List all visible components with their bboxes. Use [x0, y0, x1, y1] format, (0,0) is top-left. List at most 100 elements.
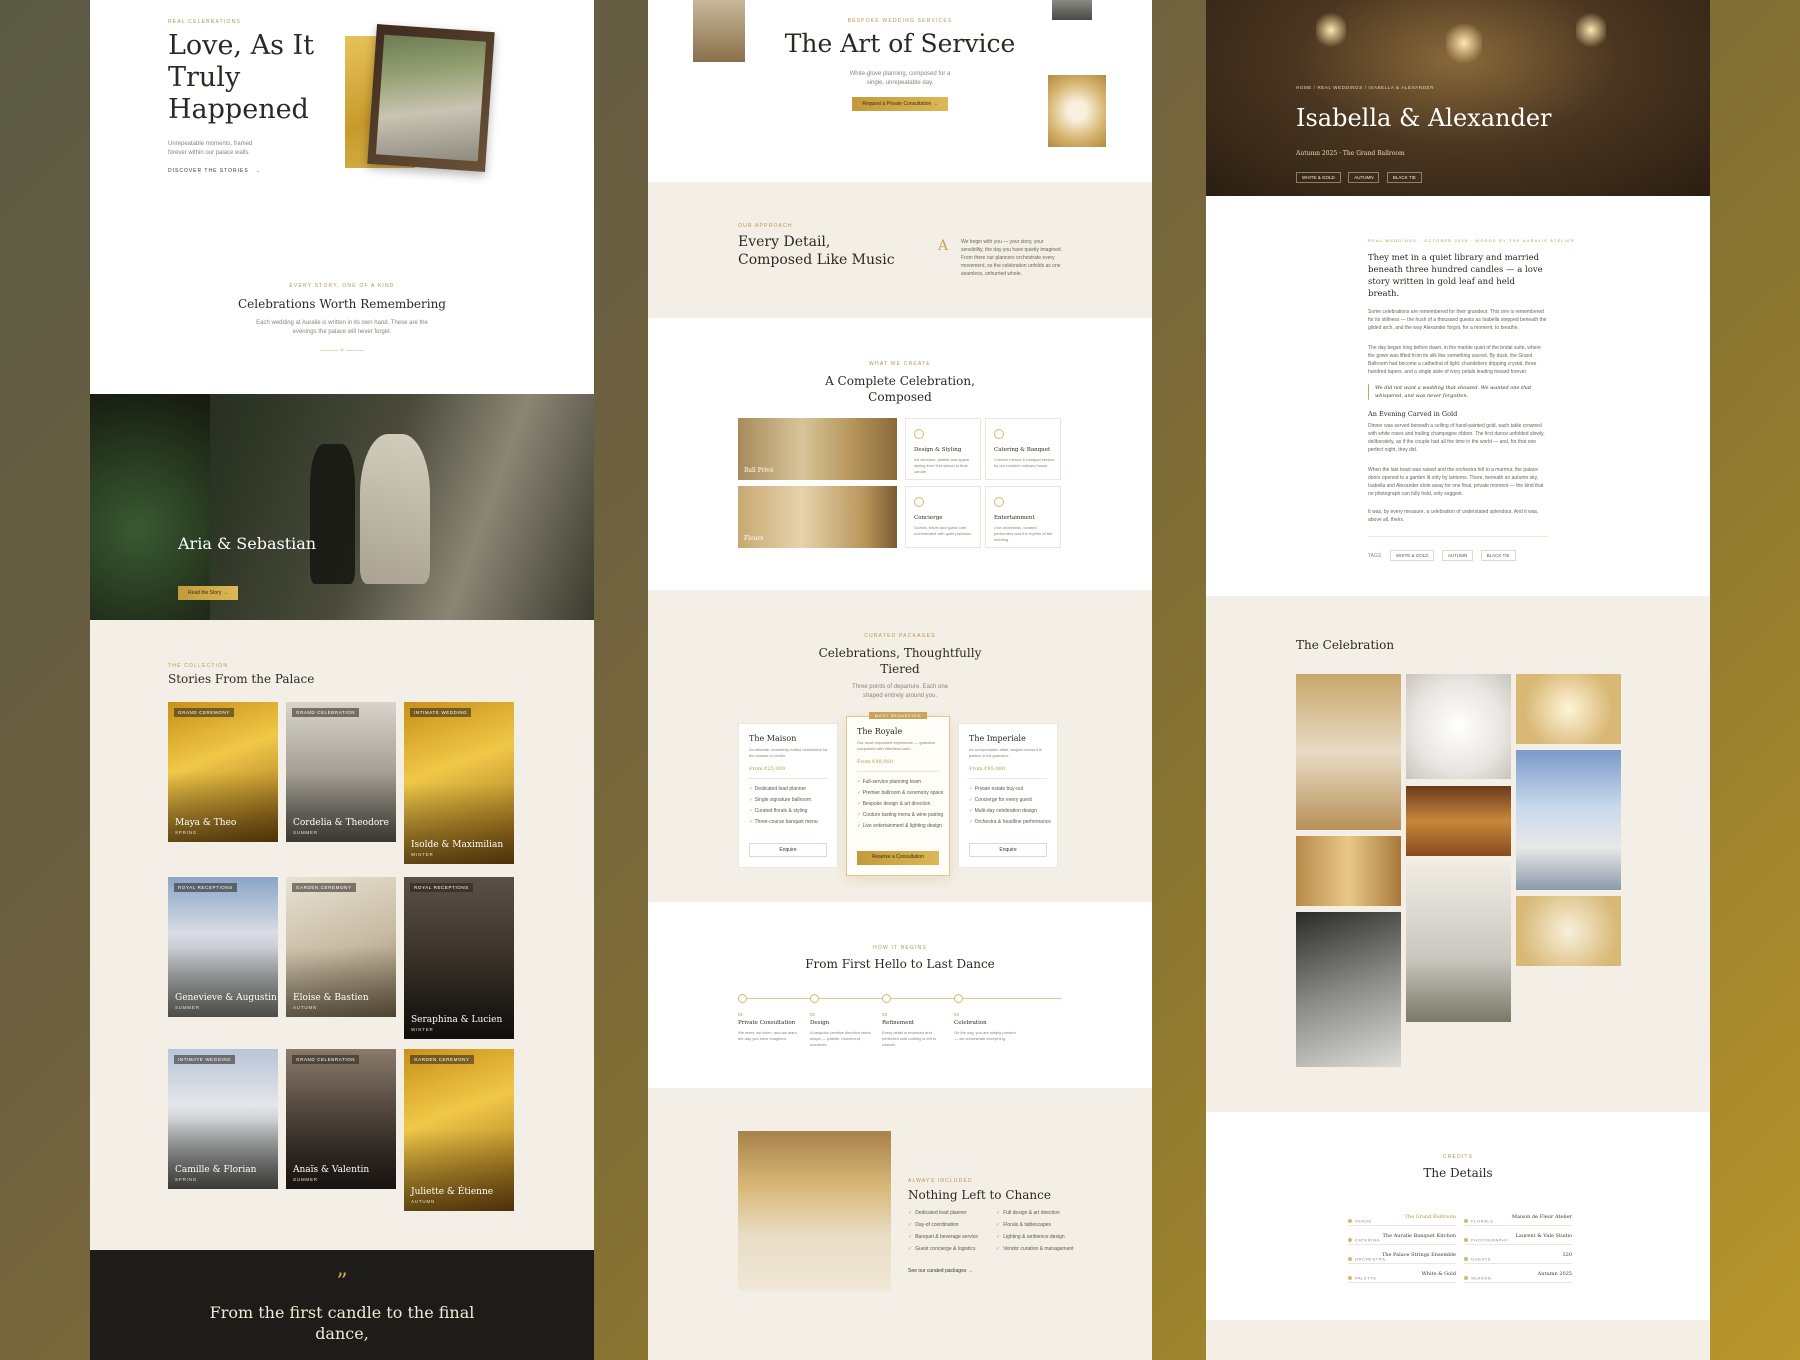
- card-title: Isolde & Maximilian: [411, 840, 504, 850]
- chandelier-glow: [1446, 20, 1482, 66]
- tag[interactable]: AUTUMN: [1441, 550, 1474, 561]
- packages-link[interactable]: See our curated packages →: [908, 1268, 973, 1274]
- included-item: ✓ Vendor curation & management: [996, 1246, 1074, 1252]
- gallery-photo[interactable]: [1516, 750, 1621, 890]
- gallery-photo[interactable]: [1296, 912, 1401, 1067]
- package-feature: Dedicated lead planner: [749, 786, 818, 792]
- tag[interactable]: BLACK TIE: [1480, 550, 1516, 561]
- detail-label: FLORALS: [1471, 1218, 1494, 1224]
- gallery-photo[interactable]: [1296, 836, 1401, 906]
- feature-card[interactable]: Design & Styling Art direction, palette a…: [905, 418, 981, 480]
- hero-photo-frame: [367, 24, 495, 172]
- packages-title-line: Tiered: [880, 662, 920, 676]
- packages-link-label: See our curated packages: [908, 1268, 967, 1274]
- approach-title-line: Composed Like Music: [738, 252, 895, 268]
- included-item: ✓ Dedicated lead planner: [908, 1210, 967, 1216]
- ballroom-image: Ball Privé: [738, 418, 897, 480]
- detail-row: FLORALS Maison de Fleur Atelier: [1464, 1212, 1572, 1226]
- package-name: The Maison: [749, 734, 797, 743]
- package-price: From €25,000: [749, 766, 785, 772]
- featured-story[interactable]: Aria & Sebastian Read the Story →: [90, 394, 594, 620]
- package-card: The Maison An intimate, beautifully edite…: [738, 723, 838, 868]
- package-button[interactable]: Reserve a Consultation: [857, 851, 939, 865]
- step-number: 01: [738, 1012, 744, 1017]
- feature-icon: [914, 497, 924, 507]
- tag[interactable]: WHITE & GOLD: [1296, 172, 1341, 183]
- category-chip: INTIMATE WEDDING: [410, 708, 472, 717]
- card-title: Seraphina & Lucien: [411, 1015, 503, 1025]
- package-card: MOST REQUESTED The Royale Our most request…: [846, 712, 950, 876]
- services-hero: BESPOKE WEDDING SERVICES The Art of Serv…: [648, 0, 1152, 182]
- feature-card[interactable]: Concierge Guests, travel and guest care, …: [905, 486, 981, 548]
- package-features: Dedicated lead planner Single signature b…: [749, 786, 818, 830]
- feature-text: Couture menus & banquet service by our r…: [994, 457, 1055, 468]
- package-name: The Imperiale: [969, 734, 1026, 743]
- category-chip: GRAND CELEBRATION: [292, 708, 360, 717]
- tag[interactable]: WHITE & GOLD: [1389, 550, 1435, 561]
- package-desc: Our most requested experience — grandeur…: [857, 740, 936, 751]
- feature-card[interactable]: Catering & Banquet Couture menus & banque…: [985, 418, 1061, 480]
- included-title: Nothing Left to Chance: [908, 1188, 1051, 1202]
- gallery-photo[interactable]: [1406, 862, 1511, 1022]
- story-article: REAL WEDDINGS · OCTOBER 2025 · WORDS BY …: [1206, 196, 1710, 596]
- story-card[interactable]: INTIMATE WEDDING Camille & Florian SPRING: [168, 1049, 278, 1189]
- process-eyebrow: HOW IT BEGINS: [873, 945, 927, 951]
- collection-title: Stories From the Palace: [168, 672, 315, 686]
- package-button[interactable]: Enquire: [749, 843, 827, 857]
- arrow-right-icon: →: [932, 101, 938, 107]
- included-item: ✓ Florals & tablescapes: [996, 1222, 1051, 1228]
- step-text: A bespoke creative direction takes shape…: [810, 1030, 871, 1047]
- detail-icon: [1348, 1275, 1352, 1280]
- story-card[interactable]: INTIMATE WEDDING Isolde & Maximilian WINTE…: [404, 702, 514, 864]
- detail-value: Laurent & Vale Studio: [1515, 1233, 1572, 1239]
- feature-icon: [914, 429, 924, 439]
- step-text: We meet, we listen, and we learn the day…: [738, 1030, 797, 1041]
- tag[interactable]: AUTUMN: [1348, 172, 1380, 183]
- step-icon: [738, 994, 747, 1003]
- package-feature: Live entertainment & lighting design: [857, 823, 943, 829]
- story-card[interactable]: ROYAL RECEPTIONS Seraphina & Lucien WINTER: [404, 877, 514, 1039]
- step-number: 02: [810, 1012, 816, 1017]
- check-icon: ✓: [908, 1222, 913, 1228]
- story-card[interactable]: ROYAL RECEPTIONS Genevieve & Augustin SUMM…: [168, 877, 278, 1017]
- intro-section: EVERY STORY, ONE OF A KIND Celebrations …: [90, 250, 594, 394]
- detail-label: CATERING: [1355, 1237, 1381, 1243]
- discover-link[interactable]: DISCOVER THE STORIES →: [168, 168, 261, 174]
- story-card[interactable]: GRAND CELEBRATION Cordelia & Theodore SUMM…: [286, 702, 396, 842]
- story-card[interactable]: GRAND CELEBRATION Anaïs & Valentin SUMMER: [286, 1049, 396, 1189]
- detail-icon: [1348, 1218, 1352, 1223]
- detail-row: VENUE The Grand Ballroom: [1348, 1212, 1456, 1226]
- read-story-button[interactable]: Read the Story →: [178, 586, 238, 600]
- card-title: Anaïs & Valentin: [293, 1165, 370, 1175]
- package-price: From €48,000: [857, 759, 893, 765]
- step-title: Private Consultation: [738, 1020, 796, 1026]
- gallery-photo[interactable]: [1406, 674, 1511, 779]
- detail-image: [1052, 0, 1092, 20]
- package-price: From €95,000: [969, 766, 1005, 772]
- story-detail-page: HOME / REAL WEDDINGS / ISABELLA & ALEXAN…: [1206, 0, 1710, 1360]
- package-feature: Couture tasting menu & wine pairing: [857, 812, 944, 818]
- consultation-button[interactable]: Request a Private Consultation →: [852, 97, 948, 111]
- gallery-photo[interactable]: [1406, 786, 1511, 856]
- package-feature: Curated florals & styling: [749, 808, 818, 814]
- package-button[interactable]: Enquire: [969, 843, 1047, 857]
- gallery-photo[interactable]: [1296, 674, 1401, 830]
- category-chip: ROYAL RECEPTIONS: [174, 883, 237, 892]
- detail-icon: [1464, 1275, 1468, 1280]
- article-meta: REAL WEDDINGS · OCTOBER 2025 · WORDS BY …: [1368, 238, 1576, 243]
- gallery-section: The Celebration: [1206, 596, 1710, 1112]
- step-icon: [954, 994, 963, 1003]
- tag[interactable]: BLACK TIE: [1386, 172, 1422, 183]
- card-season: SPRING: [175, 830, 198, 835]
- details-section: CREDITS The Details VENUE The Grand Ballr…: [1206, 1112, 1710, 1320]
- included-item: ✓ Lighting & ambience design: [996, 1234, 1065, 1240]
- story-card[interactable]: GRAND CEREMONY Maya & Theo SPRING: [168, 702, 278, 842]
- story-card[interactable]: GARDEN CEREMONY Eloise & Bastien AUTUMN: [286, 877, 396, 1017]
- gallery-photo[interactable]: [1516, 674, 1621, 744]
- card-season: SUMMER: [293, 1177, 318, 1182]
- story-card[interactable]: GARDEN CEREMONY Juliette & Étienne AUTUMN: [404, 1049, 514, 1211]
- feature-card[interactable]: Entertainment Live orchestras, curated pe…: [985, 486, 1061, 548]
- step-number: 03: [882, 1012, 888, 1017]
- gallery-photo[interactable]: [1516, 896, 1621, 966]
- included-label: Lighting & ambience design: [1003, 1234, 1065, 1240]
